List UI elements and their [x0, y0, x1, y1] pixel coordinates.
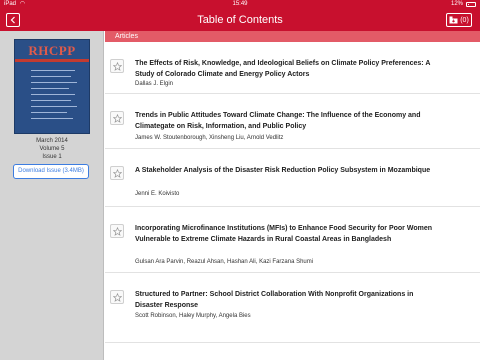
article-row[interactable]: Structured to Partner: School District C… — [105, 273, 480, 343]
star-icon — [112, 168, 122, 178]
article-title: A Stakeholder Analysis of the Disaster R… — [135, 167, 431, 174]
battery-percent: 12% — [450, 1, 463, 7]
cover-text-line — [31, 118, 73, 119]
article-authors: Jenni E. Koivisto — [135, 191, 180, 197]
status-time: 15:49 — [232, 1, 248, 7]
star-icon — [112, 113, 122, 123]
article-title: Structured to Partner: School District C… — [135, 291, 414, 309]
article-title: Trends in Public Attitudes Toward Climat… — [135, 112, 421, 130]
star-icon — [112, 226, 122, 236]
section-header: Articles — [105, 31, 480, 42]
navigation-bar: Table of Contents (0) — [0, 9, 480, 31]
download-count: (0) — [460, 16, 469, 24]
article-authors: Gulsan Ara Parvin, Reazul Ahsan, Hashan … — [135, 259, 314, 265]
articles-panel: Articles The Effects of Risk, Knowledge,… — [105, 31, 480, 360]
cover-text-line — [31, 94, 75, 95]
article-authors: James W. Stoutenborough, Xinsheng Liu, A… — [135, 135, 284, 141]
cover-text-line — [31, 82, 77, 83]
favorite-button[interactable] — [110, 59, 124, 73]
favorite-button[interactable] — [110, 166, 124, 180]
issue-sidebar: RHCPP March 2014 Volume 5 Issue 1 Downlo… — [0, 31, 104, 360]
favorite-button[interactable] — [110, 290, 124, 304]
article-authors: Scott Robinson, Haley Murphy, Angela Bie… — [135, 313, 251, 319]
download-box-icon — [449, 16, 458, 24]
cover-text-line — [31, 112, 67, 113]
cover-text-line — [31, 88, 69, 89]
cover-band — [15, 59, 89, 62]
page-title: Table of Contents — [197, 14, 283, 26]
status-right: 12% — [451, 0, 476, 9]
download-issue-button[interactable]: Download Issue (3.4MB) — [13, 164, 89, 179]
article-row[interactable]: A Stakeholder Analysis of the Disaster R… — [105, 149, 480, 207]
article-row[interactable]: The Effects of Risk, Knowledge, and Ideo… — [105, 42, 480, 94]
issue-volume: Volume 5 — [39, 146, 65, 152]
cover-text-line — [31, 100, 71, 101]
article-row[interactable]: Trends in Public Attitudes Toward Climat… — [105, 94, 480, 149]
star-icon — [112, 292, 122, 302]
downloads-button[interactable]: (0) — [446, 13, 472, 27]
article-title: The Effects of Risk, Knowledge, and Ideo… — [135, 60, 431, 78]
article-list: The Effects of Risk, Knowledge, and Ideo… — [105, 42, 480, 343]
issue-number: Issue 1 — [42, 154, 62, 160]
favorite-button[interactable] — [110, 224, 124, 238]
cover-title: RHCPP — [28, 43, 76, 58]
star-icon — [112, 61, 122, 71]
article-authors: Dallas J. Elgin — [135, 81, 174, 87]
cover-text-line — [31, 76, 71, 77]
issue-date: March 2014 — [36, 138, 68, 144]
cover-text-line — [31, 106, 77, 107]
status-bar: iPad ◠ 15:49 12% — [0, 0, 480, 9]
cover-text-line — [31, 70, 75, 71]
article-title: Incorporating Microfinance Institutions … — [135, 225, 432, 243]
article-row[interactable]: Incorporating Microfinance Institutions … — [105, 207, 480, 273]
favorite-button[interactable] — [110, 111, 124, 125]
battery-icon — [466, 2, 476, 7]
journal-cover[interactable]: RHCPP — [14, 39, 90, 134]
